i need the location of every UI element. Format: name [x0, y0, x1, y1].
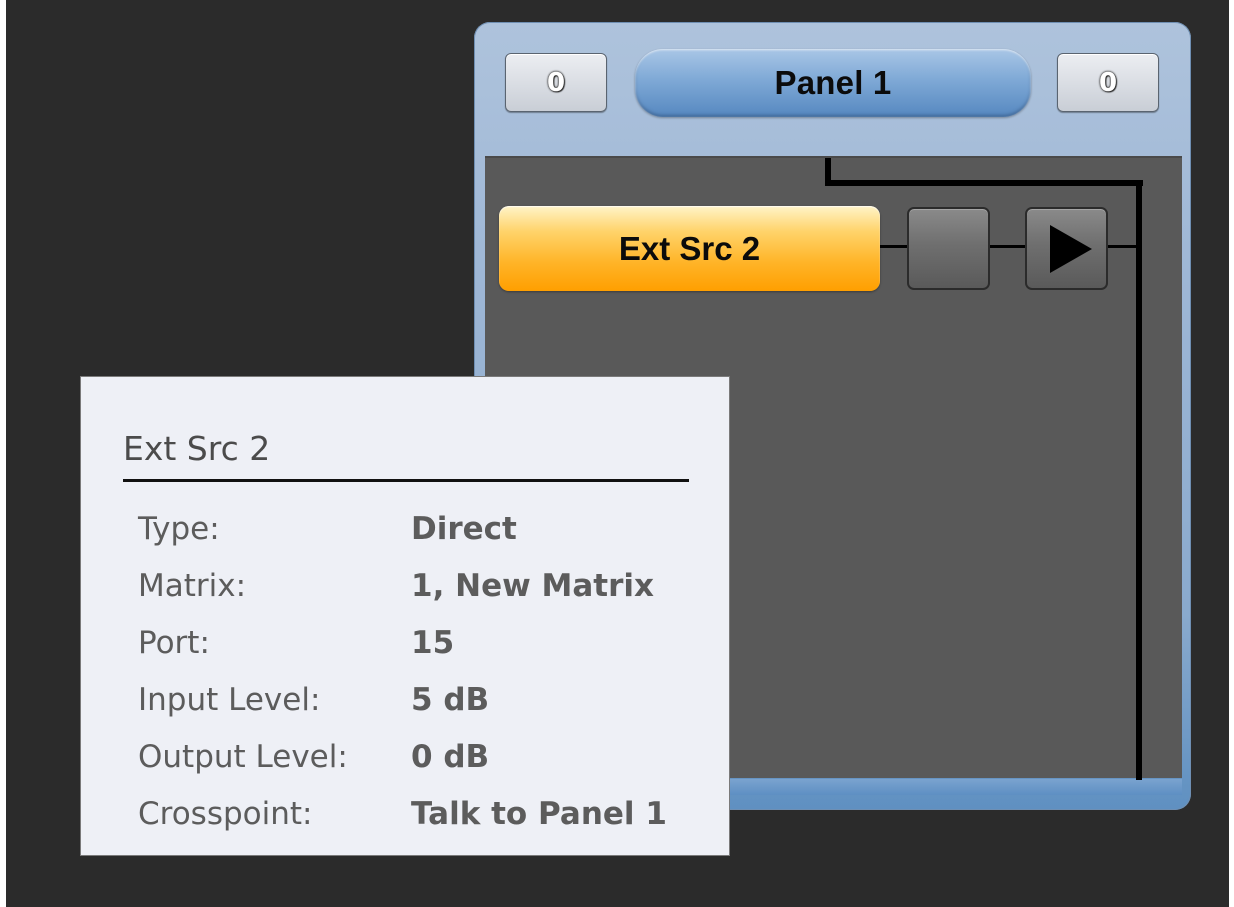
tooltip-value: Talk to Panel 1: [411, 796, 667, 832]
right-counter-button[interactable]: 0: [1057, 53, 1159, 112]
wire-vertical-right: [1136, 180, 1142, 780]
tooltip-label: Port:: [138, 625, 210, 661]
blank-square-button[interactable]: [907, 207, 990, 290]
tooltip-value: 1, New Matrix: [411, 568, 655, 604]
tooltip-row-port: Port: 15: [138, 625, 718, 675]
tooltip-row-input-level: Input Level: 5 dB: [138, 682, 718, 732]
tooltip-row-matrix: Matrix: 1, New Matrix: [138, 568, 718, 618]
left-counter-button[interactable]: 0: [505, 53, 607, 112]
tooltip-title: Ext Src 2: [123, 429, 271, 468]
play-button[interactable]: [1025, 207, 1108, 290]
tooltip-label: Output Level:: [138, 739, 348, 775]
wire-horizontal-top: [825, 180, 1143, 186]
tooltip-divider: [123, 479, 689, 482]
source-button-ext-src-2[interactable]: Ext Src 2: [499, 206, 880, 291]
tooltip-value: Direct: [411, 511, 517, 547]
tooltip: Ext Src 2 Type: Direct Matrix: 1, New Ma…: [80, 376, 730, 856]
play-icon: [1049, 224, 1092, 273]
tooltip-row-output-level: Output Level: 0 dB: [138, 739, 718, 789]
tooltip-label: Input Level:: [138, 682, 321, 718]
panel-title-button[interactable]: Panel 1: [635, 49, 1031, 117]
left-counter-value: 0: [546, 67, 566, 98]
tooltip-value: 5 dB: [411, 682, 490, 718]
source-button-label: Ext Src 2: [618, 229, 761, 267]
tooltip-label: Crosspoint:: [138, 796, 313, 832]
tooltip-row-type: Type: Direct: [138, 511, 718, 561]
tooltip-value: 0 dB: [411, 739, 490, 775]
panel-title: Panel 1: [774, 64, 892, 101]
tooltip-label: Type:: [138, 511, 220, 547]
right-counter-value: 0: [1098, 67, 1118, 98]
tooltip-row-crosspoint: Crosspoint: Talk to Panel 1: [138, 796, 718, 846]
tooltip-label: Matrix:: [138, 568, 247, 604]
tooltip-value: 15: [411, 625, 455, 661]
